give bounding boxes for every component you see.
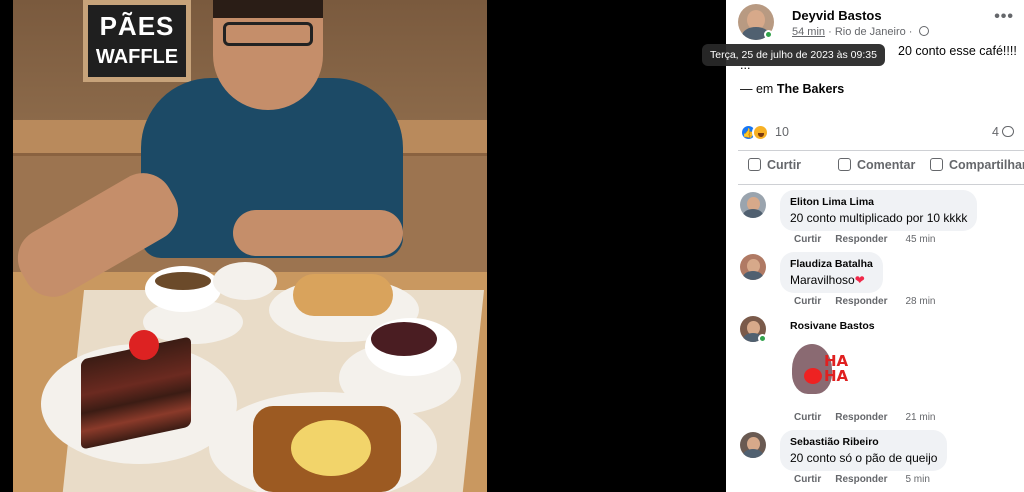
comment-bubble: Flaudiza Batalha Maravilhoso❤ [780,252,883,293]
reaction-count: 10 [775,125,789,139]
croissant [293,274,393,316]
like-label: Curtir [767,158,802,172]
person-glasses [223,22,313,46]
divider-bottom [738,184,1024,185]
commenter-avatar[interactable] [740,254,766,280]
comment-actions: Curtir Responder 28 min [794,296,949,307]
author-name[interactable]: Deyvid Bastos [792,8,882,23]
comment-bubble: Sebastião Ribeiro 20 conto só o pão de q… [780,430,948,471]
comment-text: 20 conto multiplicado por 10 kkkk [790,211,968,225]
post-location-meta: · Rio de Janeiro · [828,26,913,38]
sign-line-2: WAFFLE [95,46,179,68]
post-panel: Deyvid Bastos 54 min · Rio de Janeiro · … [726,0,1024,492]
comment-time[interactable]: 21 min [905,412,935,423]
haha-reaction-icon [752,124,769,141]
tea-right [371,322,437,356]
divider-top [738,150,1024,151]
comment-reply-link[interactable]: Responder [835,412,887,423]
comment-count[interactable]: 4 [992,125,1014,139]
post-time-link[interactable]: 54 min [792,26,825,38]
commenter-name[interactable]: Rosivane Bastos [790,320,875,332]
commenter-name[interactable]: Flaudiza Batalha [790,258,873,270]
like-button[interactable]: Curtir [748,158,801,172]
strawberry [129,330,159,360]
comment-text-row: Maravilhoso❤ [790,273,873,287]
comment-time[interactable]: 45 min [905,234,935,245]
online-indicator [764,30,773,39]
checkin-prefix: — em [740,82,774,96]
photo-viewer: PÃES WAFFLE [0,0,726,492]
comment-like-link[interactable]: Curtir [794,412,821,423]
photo-sign: PÃES WAFFLE [83,0,191,82]
post-text: 20 conto esse café!!!! [898,44,1017,58]
person-hair [213,0,323,18]
share-icon [930,158,943,171]
sticker-mouth [804,368,822,384]
comment-text: 20 conto só o pão de queijo [790,451,938,465]
heart-emoji: ❤ [854,273,865,287]
comment-reply-link[interactable]: Responder [835,474,887,485]
share-label: Compartilhar [949,158,1024,172]
comment-icon [838,158,851,171]
coffee-left [155,272,211,290]
comment-like-link[interactable]: Curtir [794,296,821,307]
avatar-body [742,270,764,280]
person-right-arm [233,210,403,256]
sign-line-1: PÃES [99,11,175,41]
comment-actions: Curtir Responder 5 min [794,474,944,485]
commenter-name[interactable]: Eliton Lima Lima [790,196,967,208]
commenter-name[interactable]: Sebastião Ribeiro [790,436,937,448]
comment-count-value: 4 [992,125,999,139]
globe-icon [918,26,929,36]
comment-label: Comentar [857,158,916,172]
post-checkin: — em The Bakers [740,82,844,96]
comment-reply-link[interactable]: Responder [835,296,887,307]
share-button[interactable]: Compartilhar [930,158,1024,172]
comment-reply-link[interactable]: Responder [835,234,887,245]
comment-actions: Curtir Responder 21 min [794,412,949,423]
more-options-icon[interactable]: ••• [994,8,1014,26]
post-actions: Curtir Comentar Compartilhar [738,154,1024,182]
comment-time[interactable]: 5 min [905,474,929,485]
comment-bubble: Eliton Lima Lima 20 conto multiplicado p… [780,190,978,231]
comment-actions: Curtir Responder 45 min [794,234,949,245]
comment-bubble-icon [1002,126,1014,137]
avatar-body [742,208,764,218]
commenter-avatar[interactable] [740,432,766,458]
post-meta: 54 min · Rio de Janeiro · [792,26,929,38]
sticker-text: HA HA [824,352,849,385]
comment-button[interactable]: Comentar [838,158,915,172]
online-indicator [758,334,767,343]
small-plate [213,262,277,300]
post-photo[interactable]: PÃES WAFFLE [13,0,487,492]
comment-like-link[interactable]: Curtir [794,474,821,485]
commenter-avatar[interactable] [740,192,766,218]
comment-text: Maravilhoso [790,273,855,287]
avatar-body [742,448,764,458]
checkin-place-link[interactable]: The Bakers [777,82,844,96]
comment-time[interactable]: 28 min [905,296,935,307]
thumbs-up-icon [748,158,761,171]
timestamp-tooltip: Terça, 25 de julho de 2023 às 09:35 [702,44,885,66]
comment-like-link[interactable]: Curtir [794,234,821,245]
pastry-filling [291,420,371,476]
haha-sticker[interactable]: HA HA [786,338,850,400]
post-header: Deyvid Bastos 54 min · Rio de Janeiro · [738,4,1018,40]
